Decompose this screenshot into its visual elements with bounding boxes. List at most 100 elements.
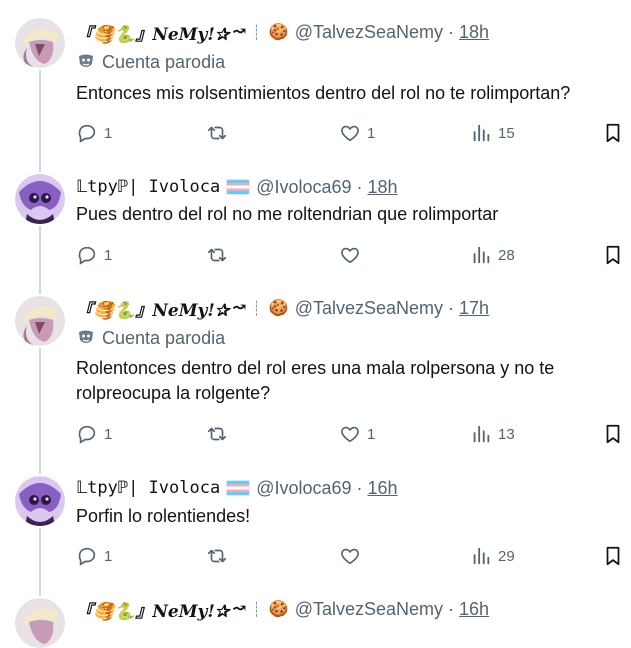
display-name[interactable]: 𝕃tpyℙ| Ivoloca — [76, 478, 220, 498]
tweet-text: Entonces mis rolsentimientos dentro del … — [76, 83, 571, 103]
display-name[interactable]: 『🥞🐍』NeMy!✰ — [76, 20, 229, 45]
handle[interactable]: @Ivoloca69 — [256, 177, 351, 198]
trans-flag-icon — [226, 179, 251, 195]
timestamp[interactable]: 18h — [459, 22, 489, 43]
parody-text: Cuenta parodia — [102, 51, 226, 72]
retweet-icon — [207, 549, 227, 563]
dot-separator: · — [448, 21, 455, 42]
like-count: 1 — [367, 425, 376, 443]
views-button[interactable]: 15 — [470, 120, 515, 146]
parody-mask-icon — [79, 330, 93, 343]
bookmark-button[interactable] — [602, 421, 624, 447]
like-icon — [341, 125, 359, 142]
thread-line — [39, 70, 41, 172]
bookmark-icon — [606, 123, 620, 143]
avatar[interactable] — [15, 174, 65, 224]
retweet-icon — [207, 248, 227, 262]
avatar[interactable] — [15, 476, 65, 526]
reply-button[interactable]: 1 — [76, 421, 112, 447]
retweet-button[interactable] — [206, 543, 234, 569]
reply-button[interactable]: 1 — [76, 120, 112, 146]
bookmark-icon — [606, 546, 620, 566]
thread-line — [39, 528, 41, 596]
display-name[interactable]: 『🥞🐍』NeMy!✰ — [76, 597, 229, 622]
thread-line — [39, 226, 41, 294]
handle[interactable]: @Ivoloca69 — [256, 478, 351, 499]
views-count: 15 — [498, 124, 515, 142]
handle[interactable]: @TalvezSeaNemy — [295, 22, 443, 43]
name-suffix: ↝ — [232, 298, 247, 318]
like-icon — [341, 548, 359, 565]
views-icon — [473, 425, 490, 443]
action-bar: 1 1 13 — [76, 421, 621, 447]
parody-mask-icon — [79, 54, 93, 67]
retweet-button[interactable] — [206, 120, 234, 146]
bookmark-button[interactable] — [602, 242, 624, 268]
like-count: 1 — [367, 124, 376, 142]
tweet-header: 𝕃tpyℙ| Ivoloca @Ivoloca69 · 16h — [76, 476, 398, 500]
bookmark-icon — [606, 424, 620, 444]
tweet-text: Pues dentro del rol no me roltendrian qu… — [76, 204, 499, 224]
tweet-header: 『🥞🐍』NeMy!✰ ↝ ┊ 🍪 @TalvezSeaNemy · 16h — [76, 597, 489, 622]
tweet-text: Rolentonces dentro del rol eres una mala… — [76, 358, 555, 403]
avatar[interactable] — [15, 598, 65, 648]
views-icon — [473, 246, 490, 264]
tweet-header: 𝕃tpyℙ| Ivoloca @Ivoloca69 · 18h — [76, 175, 398, 199]
action-bar: 1 1 15 — [76, 120, 621, 146]
timestamp[interactable]: 18h — [368, 177, 398, 198]
cookie-badge: 🍪 — [268, 300, 289, 317]
action-bar: 1 29 — [76, 543, 621, 569]
separator: ┊ — [252, 299, 261, 316]
action-bar: 1 28 — [76, 242, 621, 268]
reply-button[interactable]: 1 — [76, 242, 112, 268]
separator: ┊ — [252, 23, 261, 40]
handle[interactable]: @TalvezSeaNemy — [295, 298, 443, 319]
retweet-button[interactable] — [206, 242, 234, 268]
reply-icon — [78, 547, 96, 566]
trans-flag-icon — [226, 480, 251, 496]
reply-icon — [78, 124, 96, 143]
tweet-header: 『🥞🐍』NeMy!✰ ↝ ┊ 🍪 @TalvezSeaNemy · 17h — [76, 296, 489, 321]
views-count: 13 — [498, 425, 515, 443]
handle[interactable]: @TalvezSeaNemy — [295, 599, 443, 620]
display-name[interactable]: 𝕃tpyℙ| Ivoloca — [76, 177, 220, 197]
reply-count: 1 — [104, 425, 113, 443]
timestamp[interactable]: 16h — [368, 478, 398, 499]
tweet-header: 『🥞🐍』NeMy!✰ ↝ ┊ 🍪 @TalvezSeaNemy · 18h — [76, 20, 489, 45]
separator: ┊ — [252, 600, 261, 617]
views-button[interactable]: 28 — [470, 242, 515, 268]
avatar[interactable] — [15, 18, 65, 68]
timestamp[interactable]: 17h — [459, 298, 489, 319]
display-name[interactable]: 『🥞🐍』NeMy!✰ — [76, 296, 229, 321]
views-button[interactable]: 29 — [470, 543, 515, 569]
views-count: 29 — [498, 547, 515, 565]
like-icon — [341, 247, 359, 264]
avatar[interactable] — [15, 296, 65, 346]
reply-button[interactable]: 1 — [76, 543, 112, 569]
like-button[interactable]: 1 — [339, 421, 375, 447]
timestamp[interactable]: 16h — [459, 599, 489, 620]
retweet-icon — [207, 126, 227, 140]
dot-separator: · — [448, 598, 455, 619]
like-icon — [341, 426, 359, 443]
like-button[interactable] — [339, 543, 367, 569]
reply-count: 1 — [104, 547, 113, 565]
reply-icon — [78, 246, 96, 265]
like-button[interactable]: 1 — [339, 120, 375, 146]
bookmark-button[interactable] — [602, 120, 624, 146]
cookie-badge: 🍪 — [268, 24, 289, 41]
dot-separator: · — [356, 176, 363, 197]
reply-icon — [78, 425, 96, 444]
retweet-icon — [207, 427, 227, 441]
name-suffix: ↝ — [232, 599, 247, 619]
parody-label: Cuenta parodia — [76, 50, 225, 74]
bookmark-icon — [606, 245, 620, 265]
like-button[interactable] — [339, 242, 367, 268]
dot-separator: · — [356, 477, 363, 498]
bookmark-button[interactable] — [602, 543, 624, 569]
views-icon — [473, 124, 490, 142]
retweet-button[interactable] — [206, 421, 234, 447]
reply-count: 1 — [104, 124, 113, 142]
views-button[interactable]: 13 — [470, 421, 515, 447]
name-suffix: ↝ — [232, 22, 247, 42]
